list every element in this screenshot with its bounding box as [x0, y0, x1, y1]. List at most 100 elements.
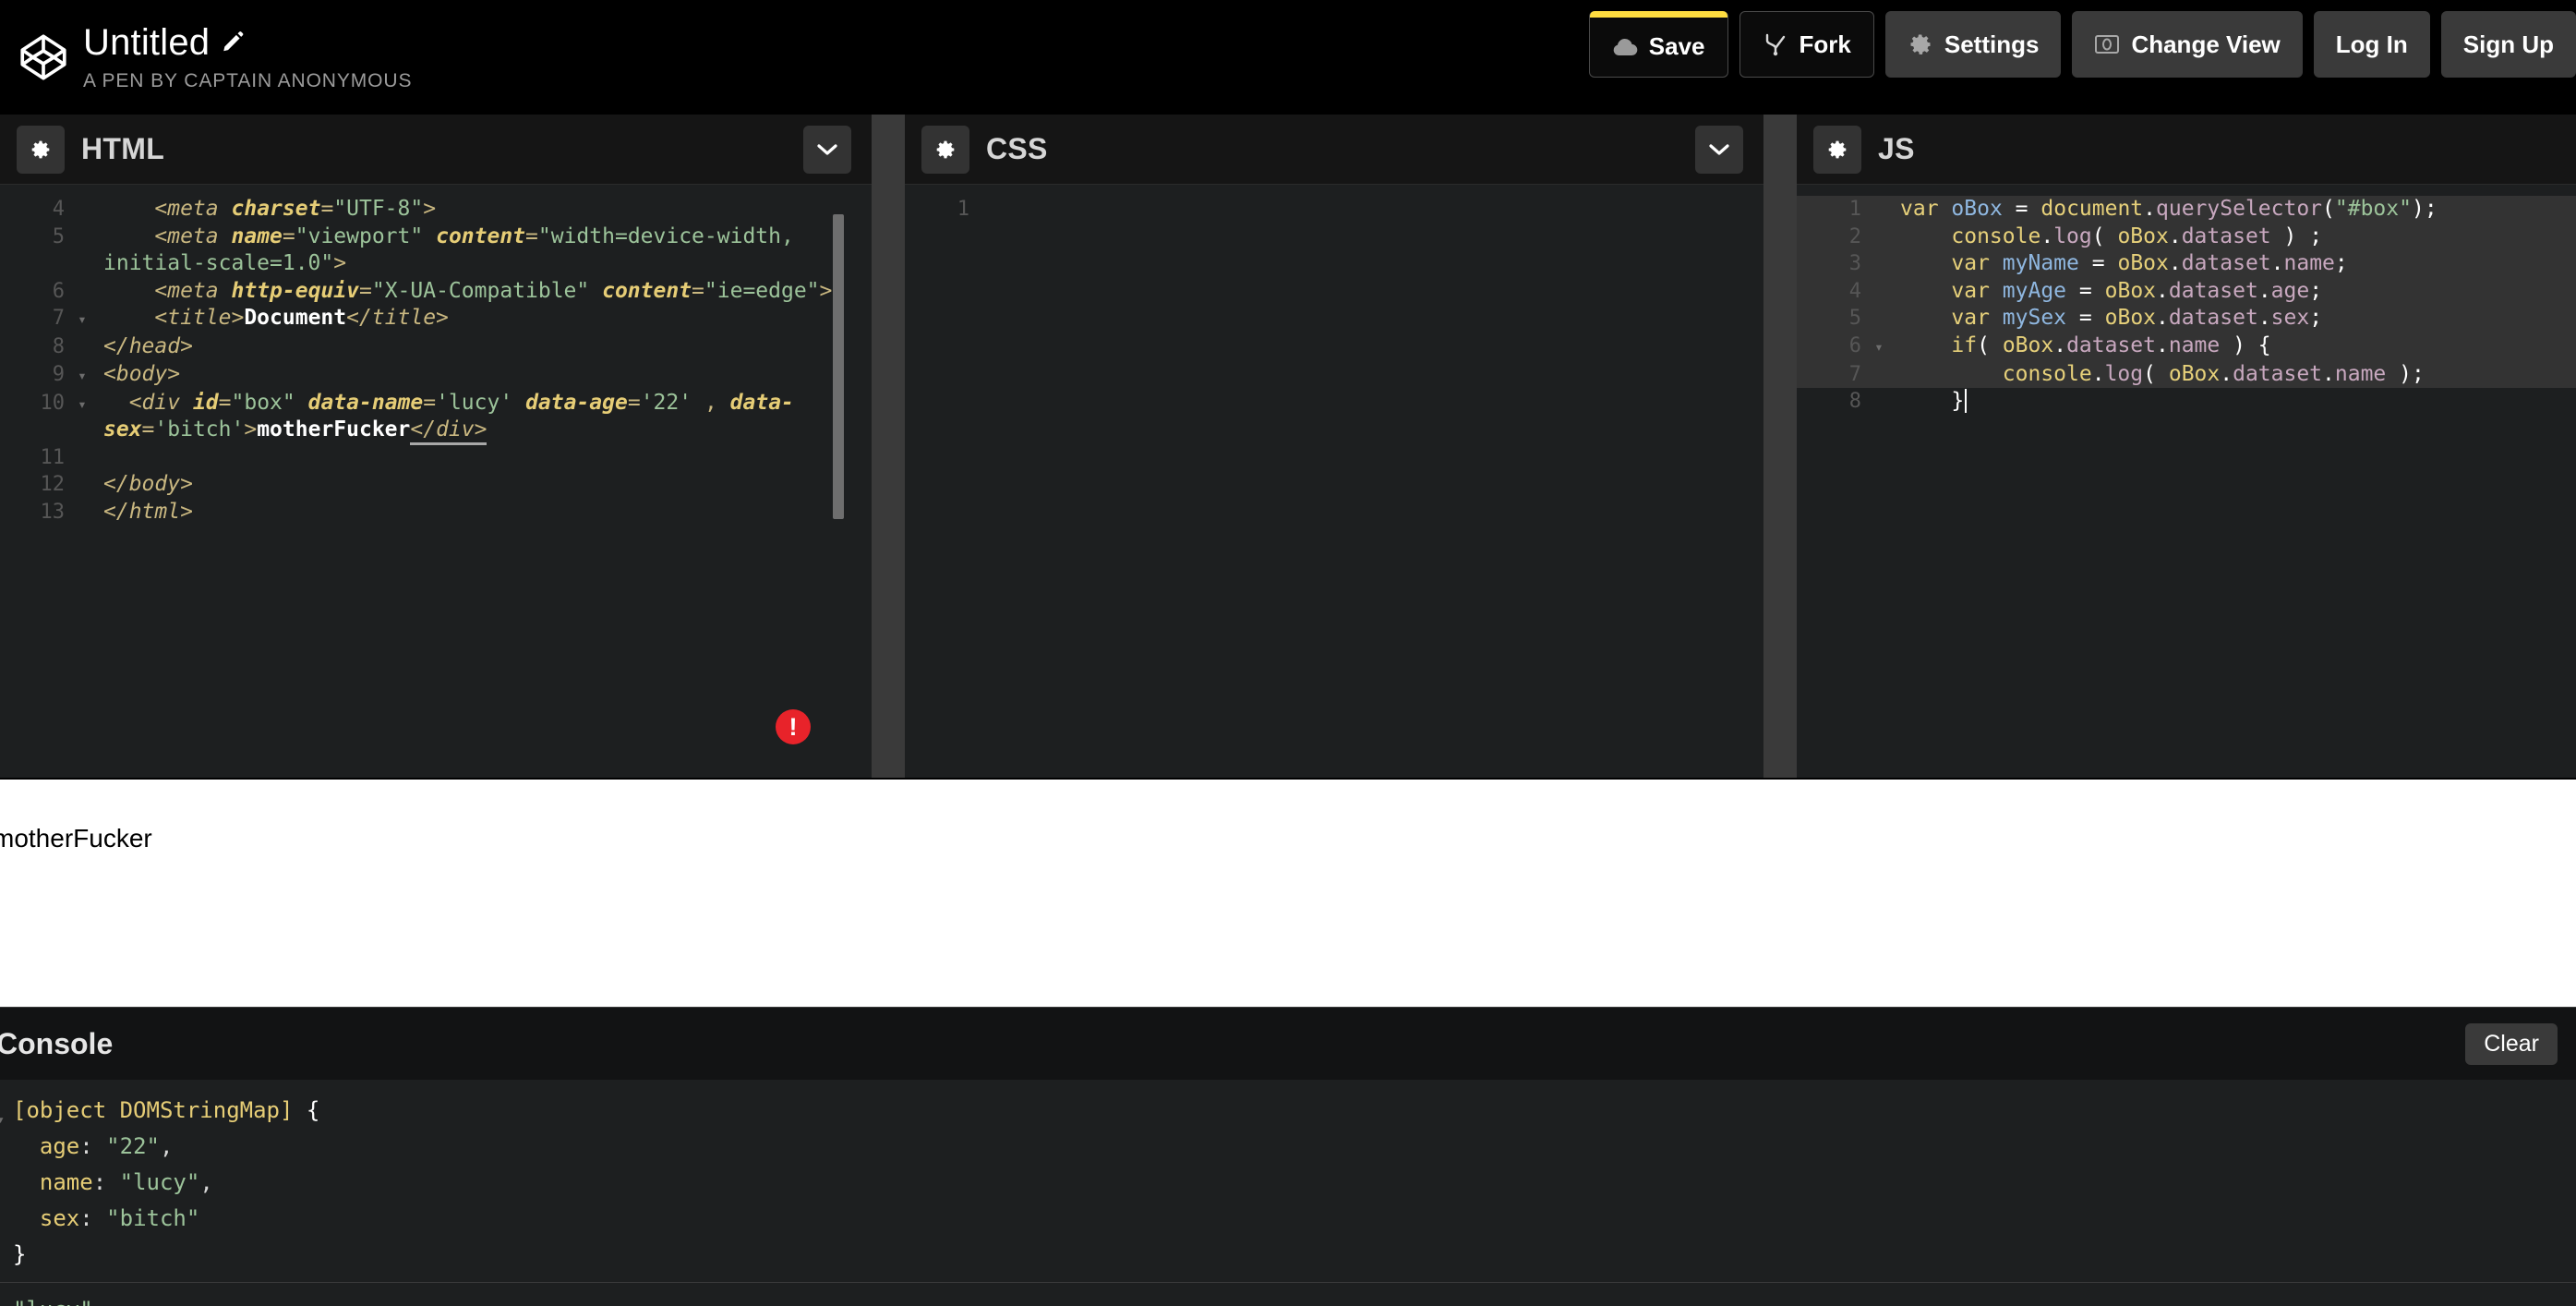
line-content: var myName = oBox.dataset.name;	[1951, 251, 2348, 275]
log-in-button[interactable]: Log In	[2313, 11, 2430, 78]
css-collapse-chevron-down-icon[interactable]	[1695, 125, 1743, 174]
code-line: 4 <meta charset="UTF-8">	[0, 196, 872, 224]
console-entry[interactable]: "lucy"	[0, 1283, 2576, 1306]
html-editor-scrollbar[interactable]	[833, 214, 844, 519]
console-entry-value: "lucy"	[13, 1292, 2576, 1306]
property-key: sex	[39, 1205, 80, 1231]
pane-divider-css-js[interactable]	[1763, 115, 1797, 778]
code-line: 7 ▾ <title>Document</title>	[0, 305, 872, 333]
console-panel: Console Clear ▾ [object DOMStringMap] { …	[0, 1007, 2576, 1306]
fold-marker[interactable]: ▾	[72, 390, 92, 418]
codepen-logo-icon[interactable]	[15, 29, 72, 86]
line-content: console.log( oBox.dataset ) ;	[1951, 224, 2323, 248]
log-in-label: Log In	[2335, 30, 2408, 58]
css-code-editor[interactable]: 1	[905, 185, 1763, 778]
line-number: 5	[1848, 307, 1861, 330]
css-settings-gear-icon[interactable]	[921, 125, 969, 174]
pencil-icon[interactable]	[221, 30, 245, 54]
line-number: 8	[52, 335, 65, 358]
code-line: 1	[905, 196, 1763, 224]
code-line: 7 console.log( oBox.dataset.name );	[1797, 360, 2576, 388]
save-label: Save	[1648, 32, 1705, 60]
editor-row: HTML 4 <meta charset="UTF-8"> 5 <meta na…	[0, 115, 2576, 778]
fold-marker[interactable]: ▾	[72, 361, 92, 390]
html-collapse-chevron-down-icon[interactable]	[803, 125, 851, 174]
pane-divider-html-css[interactable]	[872, 115, 905, 778]
code-line: 5 <meta name="viewport" content="width=d…	[0, 224, 872, 278]
line-number: 12	[40, 473, 66, 496]
line-content: <meta name="viewport" content="width=dev…	[103, 224, 807, 276]
console-property: name: "lucy",	[39, 1169, 213, 1195]
sign-up-button[interactable]: Sign Up	[2440, 11, 2576, 78]
line-content: </body>	[103, 472, 193, 496]
property-key: name	[39, 1169, 93, 1195]
code-line: 8 }​	[1797, 388, 2576, 416]
settings-label: Settings	[1944, 30, 2040, 58]
code-line: 2 console.log( oBox.dataset ) ;	[1797, 223, 2576, 250]
fold-marker[interactable]: ▾	[72, 305, 92, 333]
line-content: var mySex = oBox.dataset.sex;	[1951, 306, 2323, 330]
change-view-icon	[2094, 33, 2120, 55]
html-error-badge[interactable]: !	[776, 709, 811, 744]
line-content: <body>	[103, 361, 181, 386]
html-code-editor[interactable]: 4 <meta charset="UTF-8"> 5 <meta name="v…	[0, 185, 872, 778]
console-header: Console Clear	[0, 1008, 2576, 1080]
code-line: 13 </html>	[0, 499, 872, 526]
change-view-button[interactable]: Change View	[2072, 11, 2303, 78]
sign-up-label: Sign Up	[2462, 30, 2554, 58]
line-content: if( oBox.dataset.name ) {	[1951, 333, 2271, 357]
console-output[interactable]: ▾ [object DOMStringMap] { age: "22", nam…	[0, 1080, 2576, 1306]
pane-css-title: CSS	[986, 132, 1048, 165]
code-line: 1 var oBox = document.querySelector("#box…	[1797, 196, 2576, 224]
code-line: 10 ▾ <div id="box" data-name='lucy' data-…	[0, 390, 872, 445]
pen-meta: Untitled A PEN BY CAPTAIN ANONYMOUS	[83, 23, 412, 92]
collapse-triangle-icon[interactable]: ▾	[0, 1102, 5, 1138]
line-number: 1	[1848, 198, 1861, 221]
property-comma: ,	[199, 1169, 213, 1195]
preview-body-text: motherFucker	[0, 824, 152, 853]
preview-iframe[interactable]: motherFucker	[0, 778, 2576, 1007]
console-entry-close: }	[13, 1241, 27, 1267]
pen-byline: A PEN BY CAPTAIN ANONYMOUS	[83, 69, 413, 91]
line-number: 11	[40, 445, 66, 469]
code-line: 12 </body>	[0, 471, 872, 499]
line-number: 13	[40, 500, 66, 524]
clear-console-button[interactable]: Clear	[2465, 1022, 2558, 1065]
line-number: 4	[52, 198, 65, 221]
fold-marker[interactable]: ▾	[1869, 333, 1889, 361]
property-value: "bitch"	[106, 1205, 200, 1231]
line-content	[997, 196, 1763, 224]
app-header: Untitled A PEN BY CAPTAIN ANONYMOUS Save	[0, 0, 2576, 115]
settings-button[interactable]: Settings	[1884, 11, 2062, 78]
js-settings-gear-icon[interactable]	[1813, 125, 1861, 174]
fork-button[interactable]: Fork	[1739, 11, 1874, 78]
line-content: </html>	[103, 499, 193, 524]
pane-css: CSS 1	[905, 115, 1763, 778]
console-property: sex: "bitch"	[39, 1205, 200, 1231]
fork-icon	[1763, 32, 1788, 56]
html-settings-gear-icon[interactable]	[17, 125, 65, 174]
pane-js-title: JS	[1878, 132, 1915, 165]
cloud-icon	[1612, 37, 1638, 57]
console-property: age: "22",	[39, 1133, 174, 1159]
line-number: 9	[52, 362, 65, 386]
line-number: 8	[1848, 390, 1861, 413]
console-object-type: [object DOMStringMap]	[13, 1097, 294, 1123]
fork-label: Fork	[1799, 30, 1851, 58]
header-actions: Save Fork Settings Change View Log In Si…	[1588, 11, 2576, 78]
line-content: </head>	[103, 334, 193, 358]
js-code-editor[interactable]: 1 var oBox = document.querySelector("#box…	[1797, 185, 2576, 778]
property-comma: ,	[159, 1133, 174, 1159]
line-number: 1	[957, 198, 969, 221]
pane-js: JS 1 var oBox = document.querySelector("#…	[1797, 115, 2576, 778]
save-button[interactable]: Save	[1588, 11, 1728, 78]
property-value: "lucy"	[119, 1169, 200, 1195]
line-number: 6	[52, 279, 65, 303]
page-title: Untitled	[83, 21, 211, 63]
console-entry[interactable]: ▾ [object DOMStringMap] { age: "22", nam…	[0, 1093, 2576, 1273]
line-content: console.log( oBox.dataset.name );	[2002, 361, 2425, 386]
line-content: <meta http-equiv="X-UA-Compatible" conte…	[154, 278, 833, 303]
property-key: age	[39, 1133, 80, 1159]
line-number: 7	[52, 307, 65, 330]
code-line: 9 ▾ <body>	[0, 361, 872, 390]
